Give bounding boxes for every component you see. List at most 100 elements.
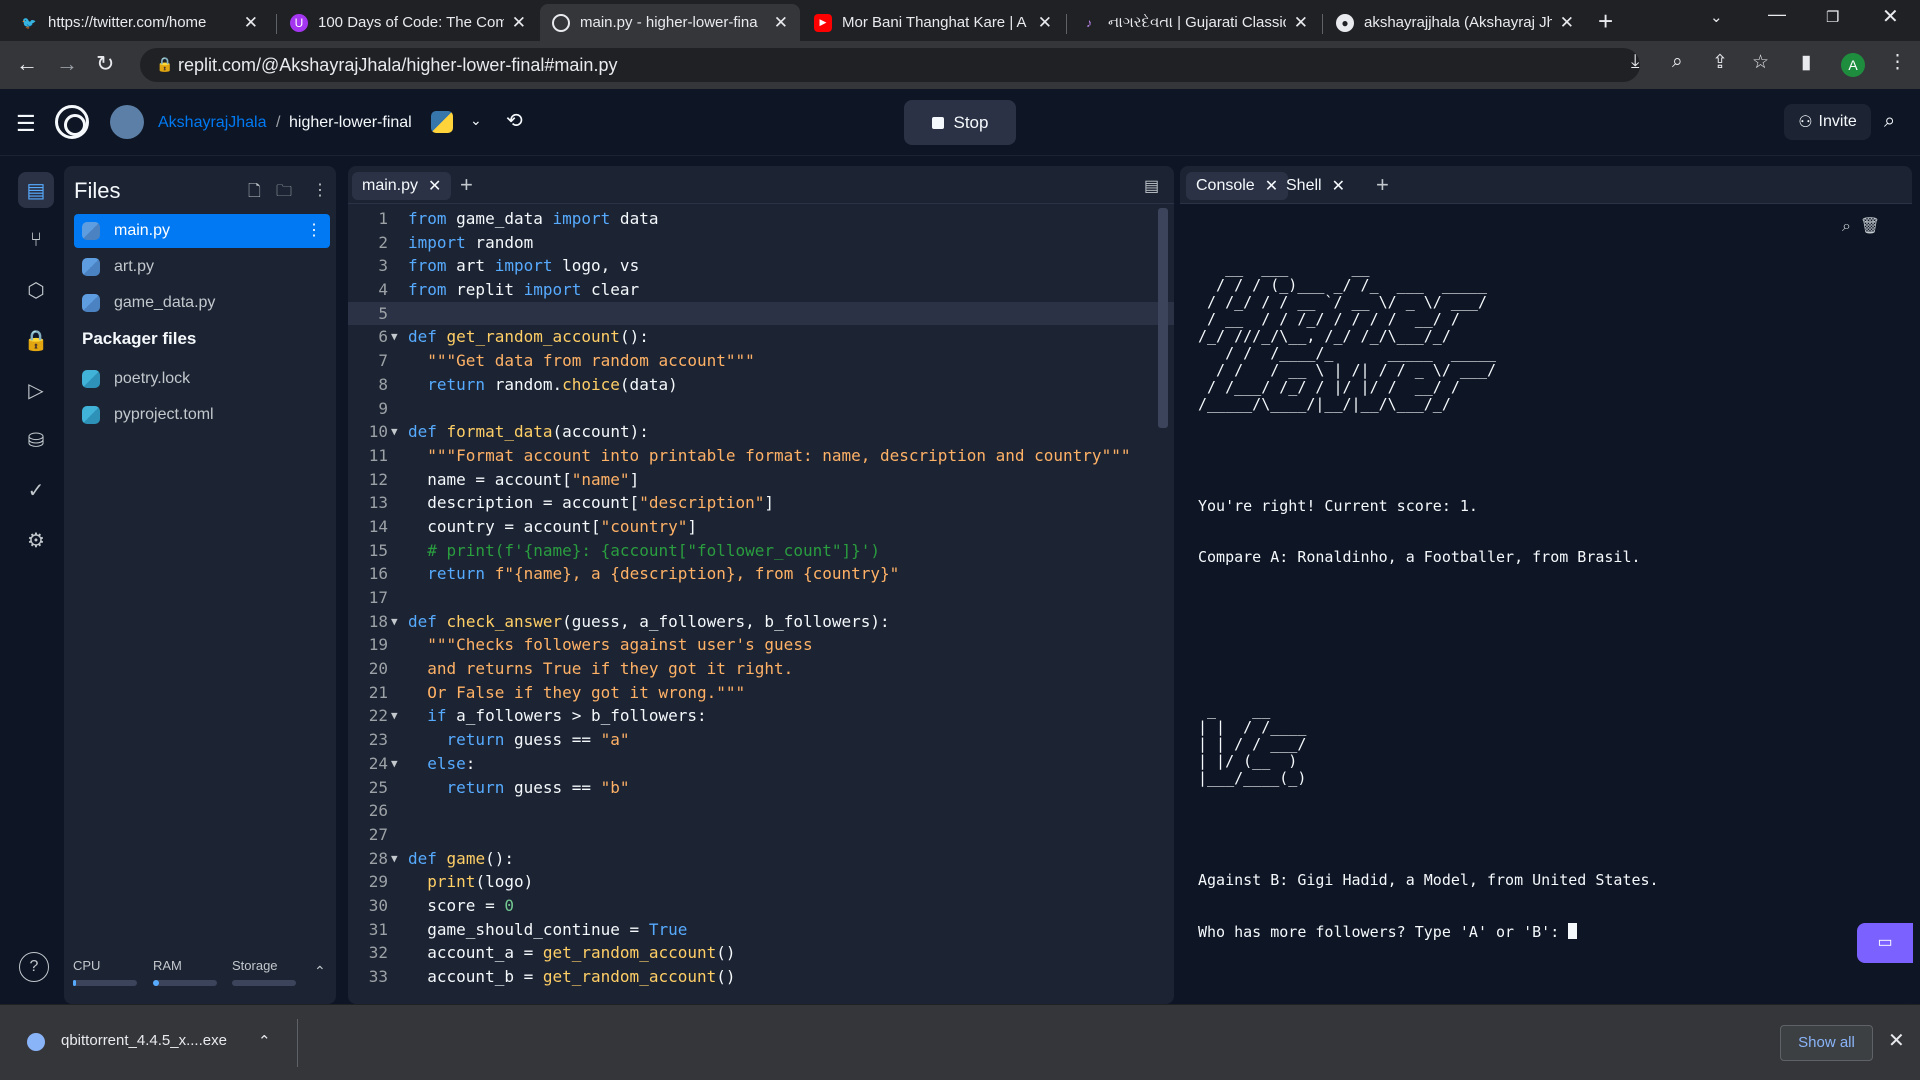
new-file-icon[interactable]: 🗋	[248, 180, 261, 207]
code-line[interactable]: 26	[348, 799, 1174, 823]
share-icon[interactable]: ⇪	[1712, 51, 1728, 74]
code-line[interactable]: 32 account_a = get_random_account()	[348, 941, 1174, 965]
username-link[interactable]: AkshayrajJhala	[158, 114, 267, 132]
code-line[interactable]: 24 ▼ else:	[348, 752, 1174, 776]
side-panel-icon[interactable]: ▮	[1801, 51, 1811, 74]
console-output[interactable]: ⌕ 🗑 __ ___ __ / / / (_)___ _/ /_ ___ ___…	[1180, 204, 1912, 1004]
stop-button[interactable]: Stop	[904, 100, 1016, 145]
close-tab-icon[interactable]: ✕	[774, 13, 788, 33]
chrome-menu-icon[interactable]: ⋮	[1888, 51, 1907, 74]
minimize-button[interactable]: —	[1768, 4, 1786, 25]
restore-button[interactable]: ❐	[1826, 8, 1839, 26]
reload-icon[interactable]: ↻	[96, 51, 114, 77]
search-icon[interactable]: ⌕	[1842, 218, 1851, 235]
fold-toggle-icon[interactable]: ▼	[391, 420, 398, 444]
close-tab-icon[interactable]: ✕	[1294, 13, 1308, 33]
file-menu-icon[interactable]: ⋮	[306, 220, 322, 240]
menu-icon[interactable]: ☰	[16, 111, 36, 137]
search-icon[interactable]: ⌕	[1884, 110, 1895, 133]
database-icon[interactable]: ⛁	[18, 422, 54, 458]
code-line[interactable]: 8 return random.choice(data)	[348, 373, 1174, 397]
file-item-poetry-lock[interactable]: poetry.lock	[74, 362, 330, 396]
invite-button[interactable]: ⚇ Invite	[1784, 104, 1871, 140]
code-line[interactable]: 10 ▼ def format_data(account):	[348, 420, 1174, 444]
close-icon[interactable]: ✕	[1332, 176, 1345, 196]
git-icon[interactable]: ⑂	[18, 222, 54, 258]
avatar[interactable]	[110, 105, 144, 139]
history-icon[interactable]: ⟲	[506, 108, 523, 133]
new-tab-button[interactable]: +	[1598, 6, 1613, 37]
editor-menu-icon[interactable]: ▤	[1144, 176, 1159, 196]
close-window-button[interactable]: ✕	[1882, 4, 1899, 29]
fold-toggle-icon[interactable]: ▼	[391, 752, 398, 776]
files-icon[interactable]: ▤	[18, 172, 54, 208]
close-icon[interactable]: ✕	[1888, 1028, 1905, 1053]
packages-icon[interactable]: ⬡	[18, 272, 54, 308]
new-folder-icon[interactable]: 🗀	[276, 180, 292, 207]
code-line[interactable]: 20 and returns True if they got it right…	[348, 657, 1174, 681]
code-area[interactable]: 1 from game_data import data 2 import rando…	[348, 207, 1174, 989]
code-line[interactable]: 12 name = account["name"]	[348, 468, 1174, 492]
browser-tab-youtube[interactable]: ▶ Mor Bani Thanghat Kare | A ✕	[802, 4, 1064, 41]
close-tab-icon[interactable]: ✕	[244, 13, 258, 33]
files-menu-icon[interactable]: ⋮	[312, 180, 328, 200]
code-line[interactable]: 17	[348, 586, 1174, 610]
code-line[interactable]: 3 from art import logo, vs	[348, 254, 1174, 278]
code-line[interactable]: 2 import random	[348, 231, 1174, 255]
code-line[interactable]: 33 account_b = get_random_account()	[348, 965, 1174, 989]
code-line[interactable]: 25 return guess == "b"	[348, 776, 1174, 800]
browser-tab-udemy[interactable]: U 100 Days of Code: The Com ✕	[278, 4, 538, 41]
repl-name[interactable]: higher-lower-final	[289, 114, 412, 132]
browser-tab-github[interactable]: ● akshayrajjhala (Akshayraj Jh ✕	[1324, 4, 1586, 41]
code-line[interactable]: 22 ▼ if a_followers > b_followers:	[348, 704, 1174, 728]
fold-toggle-icon[interactable]: ▼	[391, 704, 398, 728]
code-line[interactable]: 29 print(logo)	[348, 870, 1174, 894]
code-line[interactable]: 21 Or False if they got it wrong."""	[348, 681, 1174, 705]
close-tab-icon[interactable]: ✕	[1038, 13, 1052, 33]
chevron-up-icon[interactable]: ⌃	[314, 963, 326, 980]
new-tab-icon[interactable]: +	[1376, 172, 1389, 198]
tab-console[interactable]: Console ✕	[1186, 172, 1289, 200]
file-item-game-data-py[interactable]: game_data.py	[74, 286, 330, 320]
fold-toggle-icon[interactable]: ▼	[391, 847, 398, 871]
zoom-icon[interactable]: ⌕	[1672, 51, 1683, 73]
code-line[interactable]: 31 game_should_continue = True	[348, 918, 1174, 942]
file-item-art-py[interactable]: art.py	[74, 250, 330, 284]
code-line[interactable]: 5	[348, 301, 1174, 326]
browser-tab-replit[interactable]: main.py - higher-lower-fina ✕	[540, 4, 800, 41]
chevron-down-icon[interactable]: ⌄	[470, 112, 482, 129]
code-line[interactable]: 9	[348, 397, 1174, 421]
tab-main-py[interactable]: main.py ✕	[352, 172, 452, 200]
tab-shell[interactable]: Shell ✕	[1276, 172, 1355, 200]
secrets-lock-icon[interactable]: 🔒	[18, 322, 54, 358]
close-tab-icon[interactable]: ✕	[512, 13, 526, 33]
debugger-icon[interactable]: ▷	[18, 372, 54, 408]
text-cursor[interactable]	[1568, 923, 1578, 939]
tab-search-icon[interactable]: ⌄	[1710, 8, 1723, 26]
editor-scrollbar[interactable]	[1158, 208, 1168, 428]
code-line[interactable]: 28 ▼ def game():	[348, 847, 1174, 871]
code-line[interactable]: 7 """Get data from random account"""	[348, 349, 1174, 373]
code-line[interactable]: 18 ▼ def check_answer(guess, a_followers, …	[348, 610, 1174, 634]
download-filename[interactable]: qbittorrent_4.4.5_x....exe	[61, 1032, 227, 1049]
forward-icon[interactable]: →	[56, 51, 78, 77]
address-bar[interactable]: 🔒 replit.com/@AkshayrajJhala/higher-lowe…	[140, 48, 1640, 82]
code-line[interactable]: 4 from replit import clear	[348, 278, 1174, 302]
code-line[interactable]: 15 # print(f'{name}: {account["follower_…	[348, 539, 1174, 563]
code-line[interactable]: 19 """Checks followers against user's gu…	[348, 633, 1174, 657]
close-tab-icon[interactable]: ✕	[1560, 13, 1574, 33]
code-line[interactable]: 27	[348, 823, 1174, 847]
unit-tests-check-icon[interactable]: ✓	[18, 472, 54, 508]
code-line[interactable]: 30 score = 0	[348, 894, 1174, 918]
browser-tab-twitter[interactable]: 🐦 https://twitter.com/home ✕	[8, 4, 270, 41]
fold-toggle-icon[interactable]: ▼	[391, 325, 398, 349]
settings-gear-icon[interactable]: ⚙	[18, 522, 54, 558]
file-item-pyproject-toml[interactable]: pyproject.toml	[74, 398, 330, 432]
browser-tab-music[interactable]: ♪ નાગરદેવતા | Gujarati Classics ✕	[1068, 4, 1320, 41]
code-line[interactable]: 11 """Format account into printable form…	[348, 444, 1174, 468]
show-all-button[interactable]: Show all	[1780, 1025, 1873, 1061]
chat-icon[interactable]: ▭	[1857, 923, 1913, 963]
help-icon[interactable]: ?	[19, 952, 49, 982]
trash-icon[interactable]: 🗑	[1860, 218, 1880, 235]
code-line[interactable]: 14 country = account["country"]	[348, 515, 1174, 539]
